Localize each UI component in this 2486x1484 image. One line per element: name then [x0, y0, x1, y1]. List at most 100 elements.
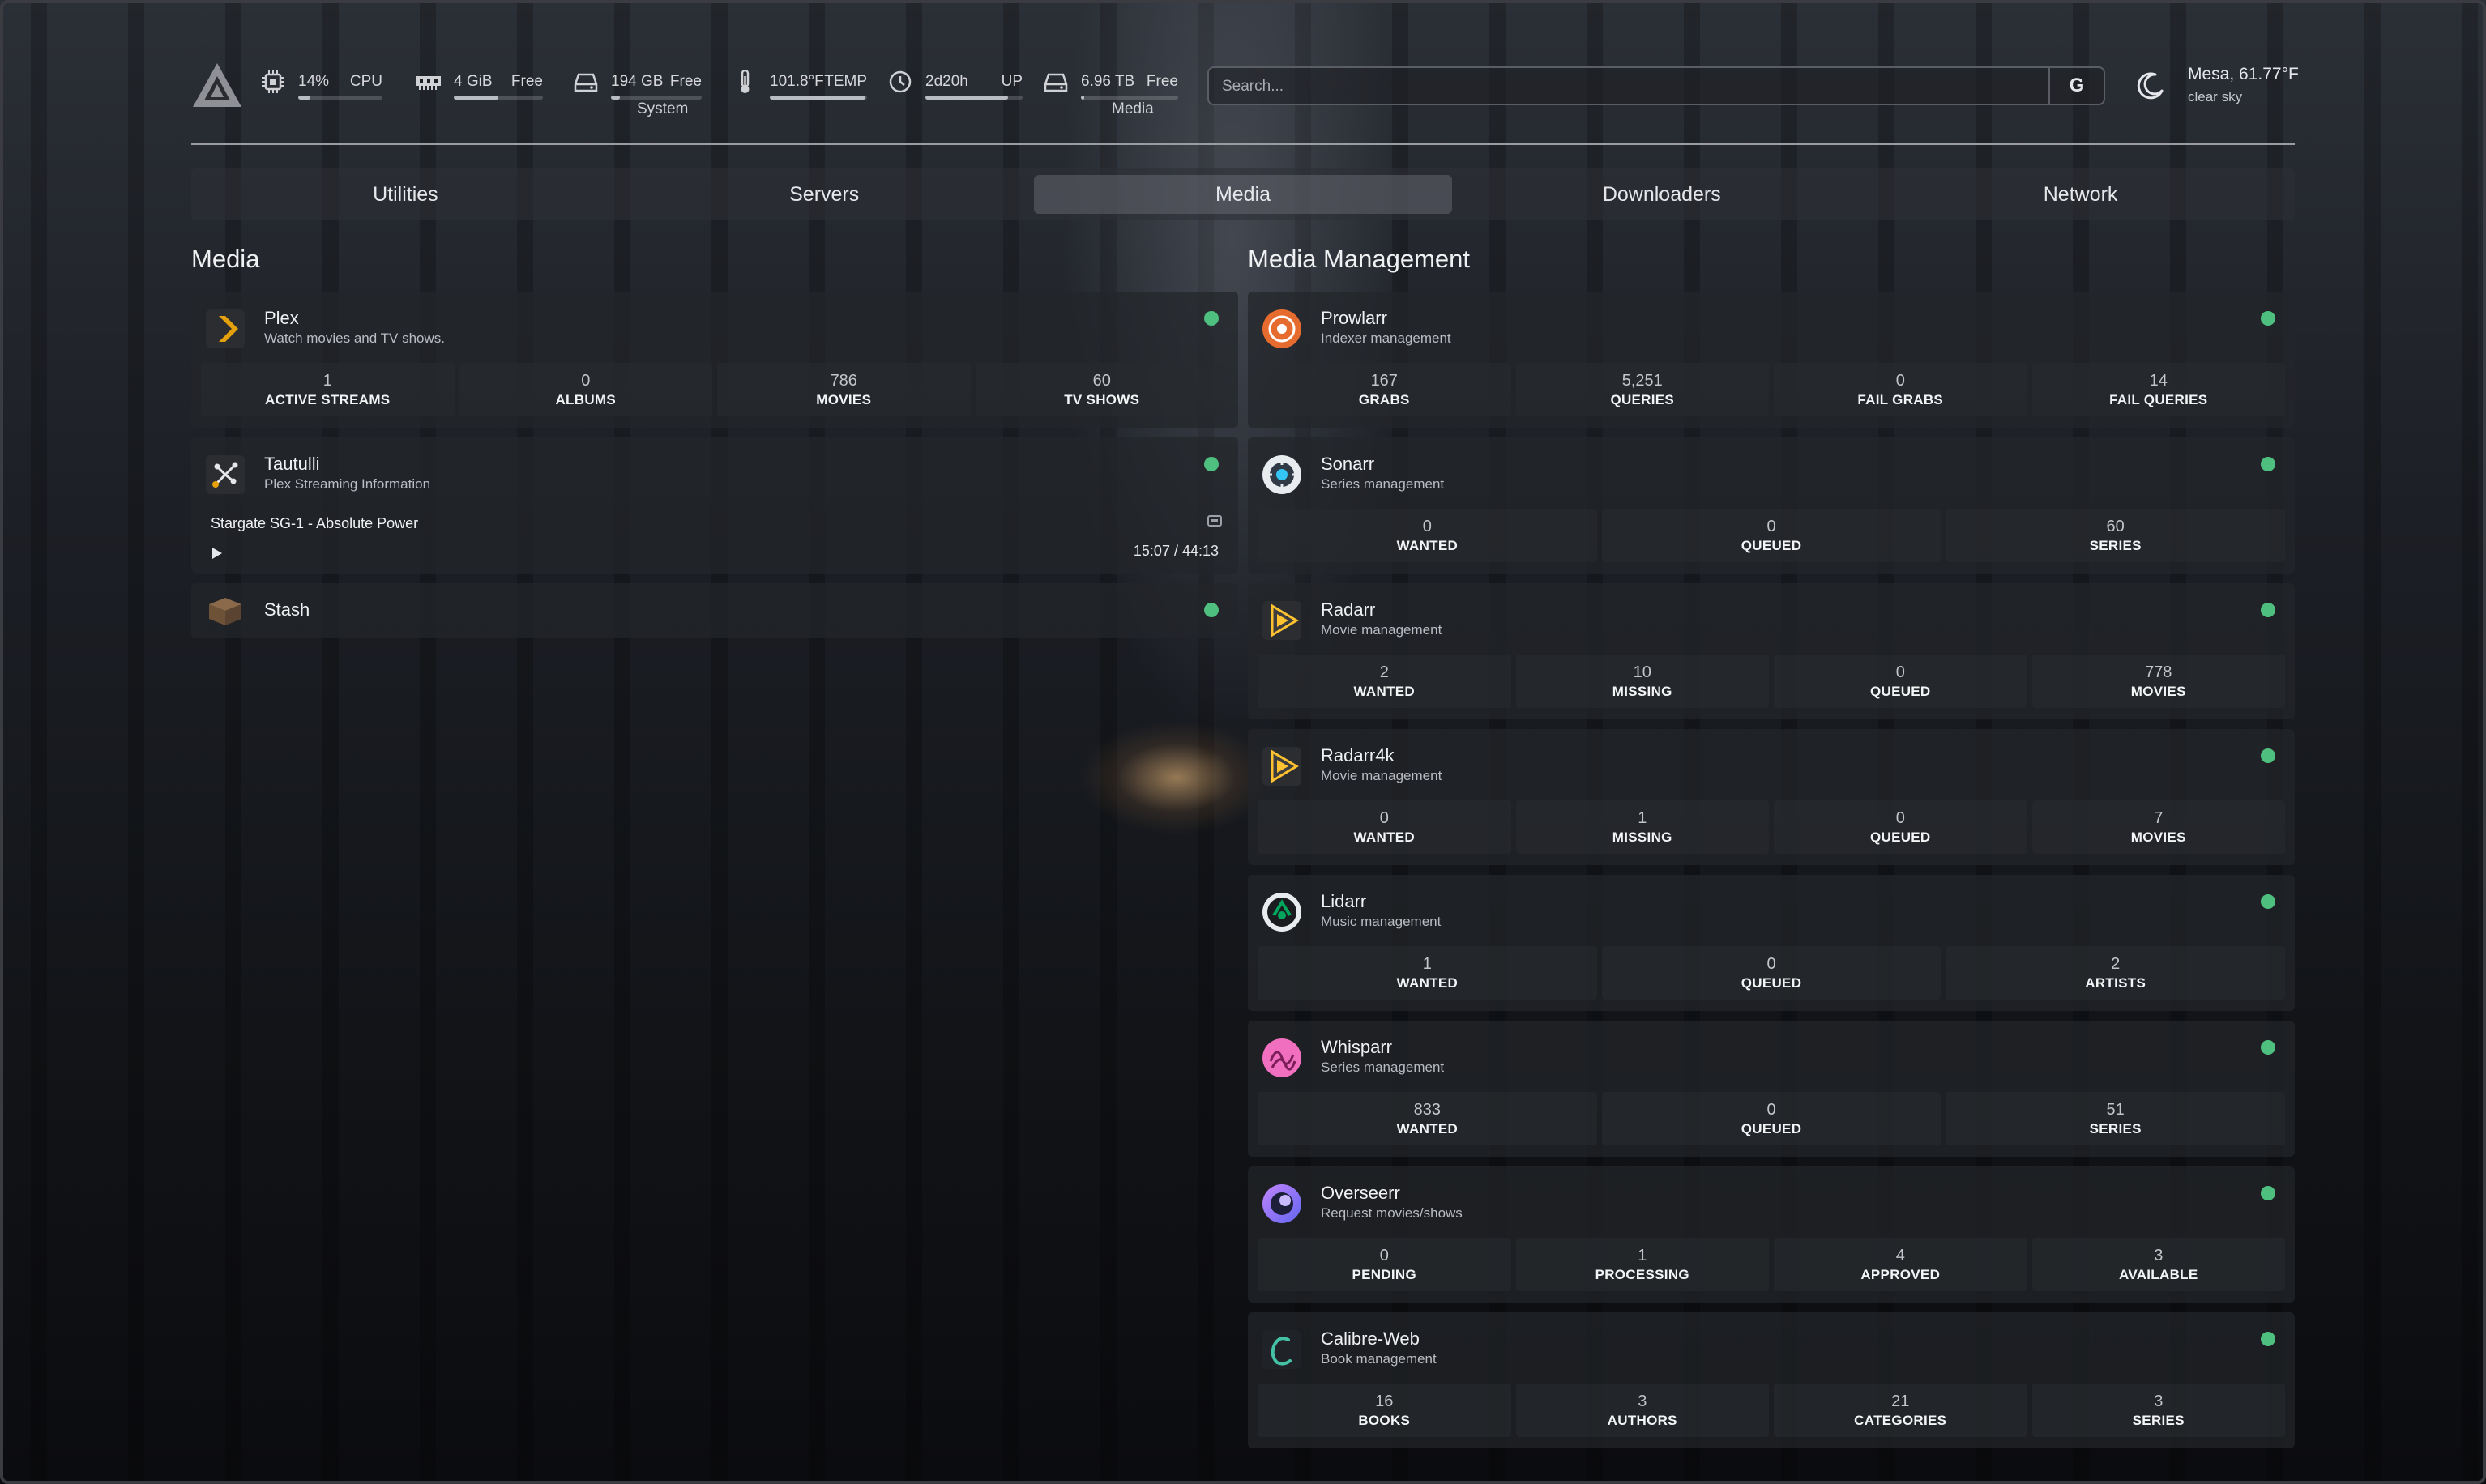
stat-value: 2: [2111, 954, 2121, 973]
memory-bar: [454, 96, 543, 100]
stash-card[interactable]: Stash: [191, 583, 1238, 638]
plex-description: Watch movies and TV shows.: [264, 330, 445, 346]
stat-value: 14: [2149, 371, 2168, 390]
stat-value: 16: [1375, 1392, 1394, 1410]
radarr4k-status-indicator: [2261, 748, 2275, 763]
stat-block: 0 WANTED: [1258, 800, 1511, 854]
stat-label: FAIL GRABS: [1857, 391, 1944, 407]
stat-label: QUEUED: [1869, 829, 1931, 845]
temperature-widget: 101.8°F TEMP: [731, 60, 867, 125]
now-playing-title: Stargate SG-1 - Absolute Power: [211, 515, 419, 531]
stat-block: 2 WANTED: [1258, 655, 1511, 708]
stat-label: AVAILABLE: [2119, 1266, 2198, 1282]
stat-block: 0 PENDING: [1258, 1238, 1511, 1291]
stat-label: TV SHOWS: [1064, 391, 1140, 407]
plex-card[interactable]: Plex Watch movies and TV shows. 1 ACTIVE …: [191, 292, 1238, 428]
calibre-web-status-indicator: [2261, 1332, 2275, 1346]
calibre-icon: [1262, 1330, 1301, 1369]
stat-label: QUEUED: [1741, 537, 1802, 553]
stat-block: 1 MISSING: [1515, 800, 1769, 854]
stat-label: QUEUED: [1741, 1120, 1802, 1136]
uptime-label: UP: [1001, 73, 1023, 90]
plex-icon: [206, 309, 245, 348]
plex-status-indicator: [1204, 311, 1219, 326]
stat-value: 1: [1638, 1246, 1647, 1264]
overseerr-name: Overseerr: [1321, 1183, 1400, 1203]
whisparr-stats: 833 WANTED 0 QUEUED 51 SERIES: [1258, 1092, 2286, 1145]
temperature-bar: [770, 96, 867, 100]
media-section-title: Media: [191, 245, 260, 273]
lidarr-stats: 1 WANTED 0 QUEUED 2 ARTISTS: [1258, 946, 2286, 1000]
stash-status-indicator: [1204, 603, 1219, 617]
stat-block: 5,251 QUERIES: [1515, 363, 1769, 416]
prowlarr-status-indicator: [2261, 311, 2275, 326]
stat-block: 778 MOVIES: [2031, 655, 2285, 708]
weather-location: Mesa, 61.77°F: [2188, 65, 2299, 83]
whisparr-card[interactable]: Whisparr Series management 833 WANTED 0 QUEUE…: [1248, 1021, 2295, 1157]
stat-value: 60: [2106, 517, 2125, 535]
calibre-web-description: Book management: [1321, 1351, 1437, 1367]
tautulli-status-indicator: [1204, 457, 1219, 471]
tab-downloaders[interactable]: Downloaders: [1452, 175, 1871, 214]
stat-value: 786: [830, 371, 857, 390]
tautulli-icon: [206, 455, 245, 494]
media-disk-bar: [1081, 96, 1178, 100]
radarr-card[interactable]: Radarr Movie management 2 WANTED 10 MISSING 0 Q…: [1248, 583, 2295, 719]
memory-bar-fill: [454, 96, 498, 100]
homepage-logo-icon[interactable]: [191, 62, 243, 109]
prowlarr-card[interactable]: Prowlarr Indexer management 167 GRABS 5,251 Q…: [1248, 292, 2295, 428]
stat-label: QUEUED: [1741, 974, 1802, 991]
stat-label: MISSING: [1612, 829, 1672, 845]
stat-value: 1: [1638, 808, 1647, 827]
radarr-name: Radarr: [1321, 599, 1376, 620]
temperature-bar-fill: [770, 96, 865, 100]
media-management-section-title: Media Management: [1248, 245, 1470, 273]
stat-block: 0 FAIL GRABS: [1774, 363, 2027, 416]
stat-label: PROCESSING: [1595, 1266, 1689, 1282]
stat-label: MOVIES: [816, 391, 872, 407]
whisparr-name: Whisparr: [1321, 1037, 1393, 1057]
lidarr-description: Music management: [1321, 914, 1442, 929]
stat-value: 0: [1766, 517, 1776, 535]
media-disk-bar-fill: [1081, 96, 1084, 100]
media-disk-label: Free: [1146, 73, 1178, 90]
search-input[interactable]: [1222, 75, 2032, 99]
tab-servers[interactable]: Servers: [615, 175, 1034, 214]
radarr4k-name: Radarr4k: [1321, 745, 1395, 765]
stat-label: SERIES: [2132, 1412, 2185, 1428]
tab-utilities[interactable]: Utilities: [196, 175, 615, 214]
cpu-label: CPU: [349, 73, 382, 90]
play-icon[interactable]: [211, 546, 224, 561]
overseerr-card[interactable]: Overseerr Request movies/shows 0 PENDING 1 PR…: [1248, 1166, 2295, 1303]
whisparr-description: Series management: [1321, 1060, 1445, 1075]
thermometer-icon: [741, 70, 750, 93]
tab-media[interactable]: Media: [1033, 175, 1453, 214]
stat-label: ARTISTS: [2085, 974, 2146, 991]
stat-value: 5,251: [1621, 371, 1663, 390]
stat-value: 60: [1092, 371, 1111, 390]
lidarr-icon: [1262, 893, 1301, 932]
tab-network[interactable]: Network: [1871, 175, 2290, 214]
radarr4k-card[interactable]: Radarr4k Movie management 0 WANTED 1 MISSING 0…: [1248, 729, 2295, 865]
lidarr-card[interactable]: Lidarr Music management 1 WANTED 0 QUEUED 2 ART…: [1248, 875, 2295, 1011]
radarr-description: Movie management: [1321, 622, 1442, 638]
stat-block: 60 TV SHOWS: [975, 363, 1228, 416]
disk-label: Free: [669, 73, 702, 90]
sonarr-card[interactable]: Sonarr Series management 0 WANTED 0 QUEUED 60 S…: [1248, 437, 2295, 574]
stat-label: QUEUED: [1869, 683, 1931, 699]
cpu-bar: [298, 96, 382, 100]
moon-icon[interactable]: [2134, 70, 2167, 102]
search-box[interactable]: G: [1207, 66, 2105, 105]
calibre-web-card[interactable]: Calibre-Web Book management 16 BOOKS 3 AUTHOR…: [1248, 1312, 2295, 1448]
video-type-icon: [1207, 515, 1222, 527]
uptime-bar-fill: [925, 96, 1008, 100]
stat-label: SERIES: [2089, 1120, 2142, 1136]
tautulli-card[interactable]: Tautulli Plex Streaming Information Star…: [191, 437, 1238, 574]
stat-block: 0 ALBUMS: [459, 363, 712, 416]
search-engine-button[interactable]: G: [2048, 66, 2104, 105]
stat-label: GRABS: [1358, 391, 1410, 407]
stat-label: WANTED: [1353, 683, 1415, 699]
media-group-label: Media: [1112, 100, 1154, 117]
stat-value: 3: [2154, 1392, 2164, 1410]
cpu-bar-fill: [298, 96, 310, 100]
